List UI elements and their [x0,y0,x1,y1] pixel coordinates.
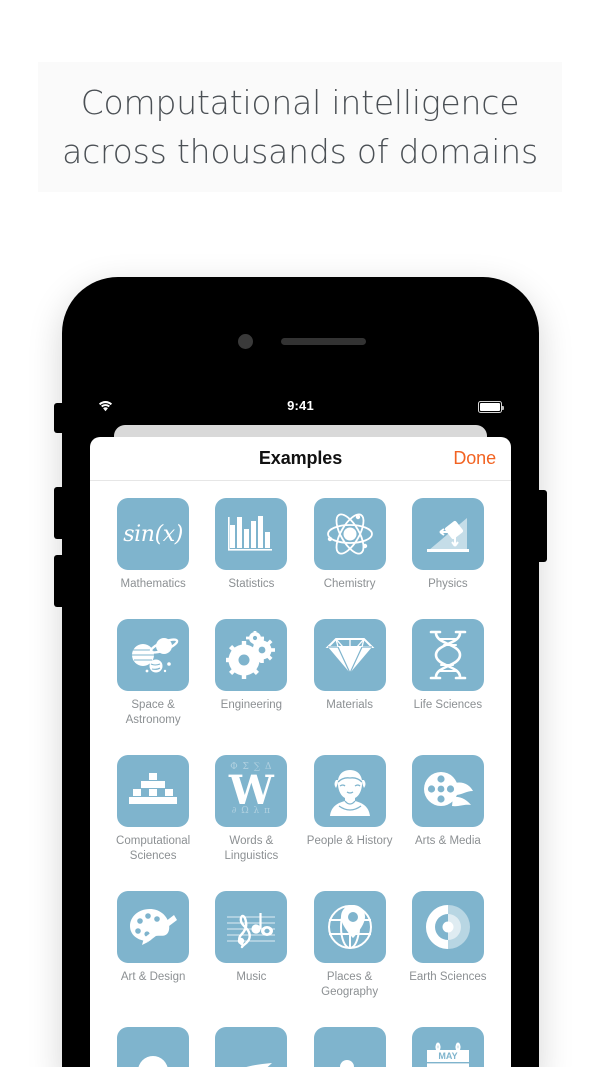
category-label: Engineering [220,699,283,711]
category-label: Chemistry [323,578,376,590]
category-earth-sciences[interactable]: Earth Sciences [399,891,497,1000]
category-life-sciences[interactable]: Life Sciences [399,619,497,728]
background-letters: ∂ Ω λ π [231,806,272,816]
earth-moon-icon [411,891,484,963]
category-space-astronomy[interactable]: Space & Astronomy [104,619,202,728]
sine-glyph: sin(x) [123,521,183,547]
front-camera-icon [238,334,253,349]
hero-line-1: Computational intelligence [80,83,520,122]
category-mathematics[interactable]: sin(x) Mathematics [104,498,202,592]
examples-category-grid: sin(x) Mathematics Statistics Chemistry … [90,481,511,1067]
category-label: Materials [326,699,373,711]
money-finance-icon [313,1027,386,1067]
category-label: Arts & Media [414,835,481,847]
phone-screen: 9:41 Examples Done sin(x) Mathematics St… [90,394,511,1067]
transportation-icon [215,1027,288,1067]
category-weather[interactable] [104,1027,202,1067]
gears-icon [215,619,288,691]
category-label: Earth Sciences [409,971,487,983]
category-money-finance[interactable] [301,1027,399,1067]
atom-icon [313,498,386,570]
category-places-geography[interactable]: Places & Geography [301,891,399,1000]
background-letters: Φ Σ ∑ Δ [230,762,273,772]
volume-down-button[interactable] [54,555,63,607]
page-title: Examples [258,448,343,468]
calendar-icon: MAY [411,1027,484,1067]
letter-w-icon: Φ Σ ∑ Δ ∂ Ω λ π W [215,755,288,827]
category-label: Places & Geography [321,971,379,998]
dna-icon [411,619,484,691]
calendar-month-label: MAY [438,1051,457,1061]
music-staff-icon [215,891,288,963]
status-bar-time: 9:41 [287,398,314,413]
silent-switch-button[interactable] [54,403,63,433]
planets-icon [117,619,190,691]
category-label: Life Sciences [413,699,483,711]
bar-chart-icon [215,498,288,570]
category-music[interactable]: Music [202,891,300,1000]
category-label: People & History [306,835,393,847]
category-label: Physics [428,578,468,590]
category-people-history[interactable]: People & History [301,755,399,864]
status-bar: 9:41 [90,394,511,420]
category-dates-times[interactable]: MAY [399,1027,497,1067]
category-label: Words & Linguistics [224,835,279,862]
battery-icon [478,401,505,413]
category-statistics[interactable]: Statistics [202,498,300,592]
category-label: Space & Astronomy [125,699,181,726]
hero-line-2: across thousands of domains [62,132,538,171]
earpiece-speaker [281,338,366,345]
category-label: Mathematics [120,578,186,590]
historical-figure-icon [313,755,386,827]
category-art-design[interactable]: Art & Design [104,891,202,1000]
inclined-plane-icon [411,498,484,570]
power-button[interactable] [538,490,547,562]
category-chemistry[interactable]: Chemistry [301,498,399,592]
category-engineering[interactable]: Engineering [202,619,300,728]
volume-up-button[interactable] [54,487,63,539]
weather-icon [117,1027,190,1067]
category-materials[interactable]: Materials [301,619,399,728]
category-arts-media[interactable]: Arts & Media [399,755,497,864]
category-label: Art & Design [120,971,186,983]
category-words-linguistics[interactable]: Φ Σ ∑ Δ ∂ Ω λ π W Words & Linguistics [202,755,300,864]
diamond-icon [313,619,386,691]
category-physics[interactable]: Physics [399,498,497,592]
category-computational-sciences[interactable]: Computational Sciences [104,755,202,864]
sine-function-icon: sin(x) [117,498,190,570]
examples-modal-sheet: Examples Done sin(x) Mathematics Statist… [90,437,511,1067]
paint-palette-icon [117,891,190,963]
category-label: Music [236,971,267,983]
cellular-automaton-icon [117,755,190,827]
category-label: Computational Sciences [116,835,191,862]
category-label: Statistics [228,578,275,590]
category-transportation[interactable] [202,1027,300,1067]
screenshot-root: Computational intelligence across thousa… [0,0,600,1067]
hero-banner: Computational intelligence across thousa… [38,62,562,192]
w-glyph: W [228,767,274,814]
globe-pin-icon [313,891,386,963]
film-reel-icon [411,755,484,827]
modal-navigation-bar: Examples Done [90,437,511,481]
done-button[interactable]: Done [453,448,496,469]
